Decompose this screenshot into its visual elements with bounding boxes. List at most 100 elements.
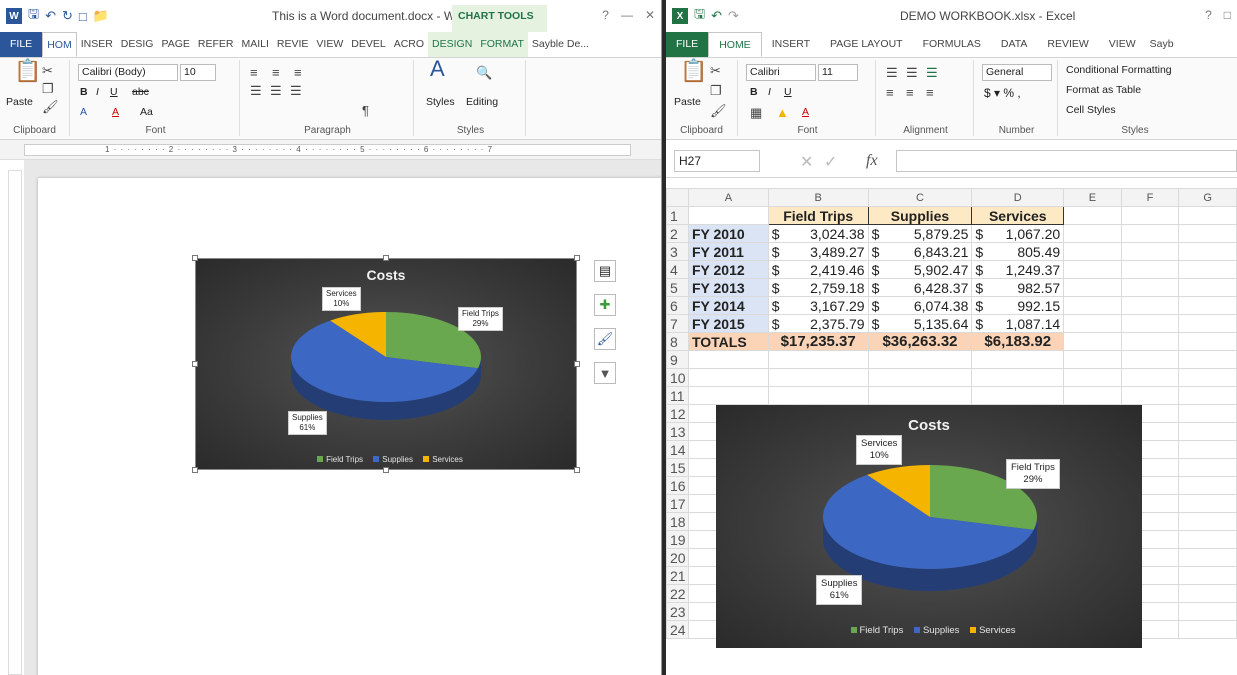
open-folder-icon[interactable]: 📁 [93,8,109,24]
column-header[interactable]: C [867,188,973,207]
chart-styles-icon[interactable]: 🖌 [594,328,616,350]
formula-input[interactable] [896,150,1237,172]
cell[interactable] [1120,386,1180,405]
binoculars-icon[interactable]: 🔍 [476,66,492,80]
cell[interactable] [1178,566,1237,585]
tab-page-layout[interactable]: PAGE [157,32,193,57]
tab-mailings[interactable]: MAILI [237,32,272,57]
row-header[interactable]: 21 [666,566,689,585]
align-bottom-icon[interactable]: ☰ [926,66,938,80]
column-header[interactable]: G [1178,188,1237,207]
cell[interactable] [1178,386,1237,405]
resize-handle[interactable] [574,361,580,367]
align-center-icon[interactable]: ☰ [270,84,282,98]
font-color-icon[interactable]: A [802,106,809,118]
align-right-icon[interactable]: ☰ [290,84,302,98]
cell[interactable] [1063,242,1122,261]
row-header[interactable]: 17 [666,494,689,513]
tab-insert[interactable]: INSER [77,32,117,57]
cell[interactable] [867,386,973,405]
cell[interactable] [1120,350,1180,369]
strikethrough-button[interactable]: abc [132,86,149,98]
resize-handle[interactable] [574,467,580,473]
chart-filters-icon[interactable]: ▼ [594,362,616,384]
column-header[interactable]: D [971,188,1065,207]
supplies-cell[interactable]: $6,843.21 [867,242,973,261]
tab-review[interactable]: REVIE [273,32,313,57]
tab-view[interactable]: VIEW [312,32,347,57]
cell[interactable] [1063,350,1122,369]
cell[interactable] [767,386,869,405]
cell[interactable] [1178,512,1237,531]
insert-function-icon[interactable]: fx [866,152,878,170]
currency-format-button[interactable]: $ ▾ % , [984,86,1021,100]
undo-icon[interactable]: ↶ [711,8,722,24]
cell[interactable] [1120,278,1180,297]
cell[interactable] [1178,296,1237,315]
cell[interactable] [687,386,769,405]
cell[interactable] [1178,458,1237,477]
align-left-icon[interactable]: ≡ [886,86,894,100]
change-case-button[interactable]: Aa [140,106,153,118]
cell[interactable] [1178,260,1237,279]
word-chart[interactable]: Costs Services 10% Field Trips 29% Supplie… [195,258,577,470]
format-painter-icon[interactable]: 🖌 [42,100,59,114]
cell[interactable] [971,386,1065,405]
tab-chart-format[interactable]: FORMAT [476,32,528,57]
cell[interactable] [971,368,1065,387]
chart-elements-icon[interactable]: ✚ [594,294,616,316]
cell[interactable] [1120,314,1180,333]
italic-button[interactable]: I [96,86,99,98]
resize-handle[interactable] [192,361,198,367]
cell[interactable] [1178,368,1237,387]
new-document-icon[interactable]: □ [79,9,87,24]
conditional-formatting-button[interactable]: Conditional Formatting [1066,64,1172,76]
row-header[interactable]: 9 [666,350,689,369]
cell[interactable] [1063,332,1122,351]
supplies-cell[interactable]: $5,135.64 [867,314,973,333]
redo-icon[interactable]: ↻ [62,8,73,24]
user-account[interactable]: Sayb [1146,32,1178,57]
row-header[interactable]: 18 [666,512,689,531]
row-header[interactable]: 13 [666,422,689,441]
tab-references[interactable]: REFER [194,32,238,57]
tab-review[interactable]: REVIEW [1037,32,1098,57]
number-format-select[interactable]: General [982,64,1052,81]
column-header[interactable]: A [687,188,769,207]
cancel-icon[interactable]: ✕ [800,152,813,172]
row-header[interactable]: 11 [666,386,689,405]
align-top-icon[interactable]: ☰ [886,66,898,80]
enter-icon[interactable]: ✓ [824,152,837,172]
cell[interactable] [1178,404,1237,423]
supplies-cell[interactable]: $5,902.47 [867,260,973,279]
resize-handle[interactable] [192,255,198,261]
row-header[interactable]: 2 [666,224,689,243]
name-box[interactable]: H27 [674,150,760,172]
tab-developer[interactable]: DEVEL [347,32,389,57]
resize-handle[interactable] [574,255,580,261]
cell[interactable] [971,350,1065,369]
cell[interactable] [1178,224,1237,243]
cell[interactable] [1120,224,1180,243]
field-trips-cell[interactable]: $3,489.27 [767,242,869,261]
year-cell[interactable]: FY 2011 [687,242,769,261]
row-header[interactable]: 19 [666,530,689,549]
cell[interactable] [687,368,769,387]
cell[interactable] [1178,530,1237,549]
year-cell[interactable]: FY 2012 [687,260,769,279]
multilevel-list-icon[interactable]: ≡ [294,66,302,80]
cell[interactable] [1063,260,1122,279]
bullets-icon[interactable]: ≡ [250,66,258,80]
copy-icon[interactable]: ❐ [42,82,54,96]
total-field-trips[interactable]: $17,235.37 [767,332,869,351]
tab-design[interactable]: DESIG [117,32,158,57]
cell[interactable] [1120,206,1180,225]
cell[interactable] [1178,620,1237,639]
cell[interactable] [1178,314,1237,333]
save-icon[interactable]: 🖫 [694,5,705,27]
totals-label[interactable]: TOTALS [687,332,769,351]
row-header[interactable]: 24 [666,620,689,639]
minimize-icon[interactable]: — [621,8,633,22]
cell[interactable] [867,350,973,369]
services-cell[interactable]: $1,249.37 [971,260,1065,279]
